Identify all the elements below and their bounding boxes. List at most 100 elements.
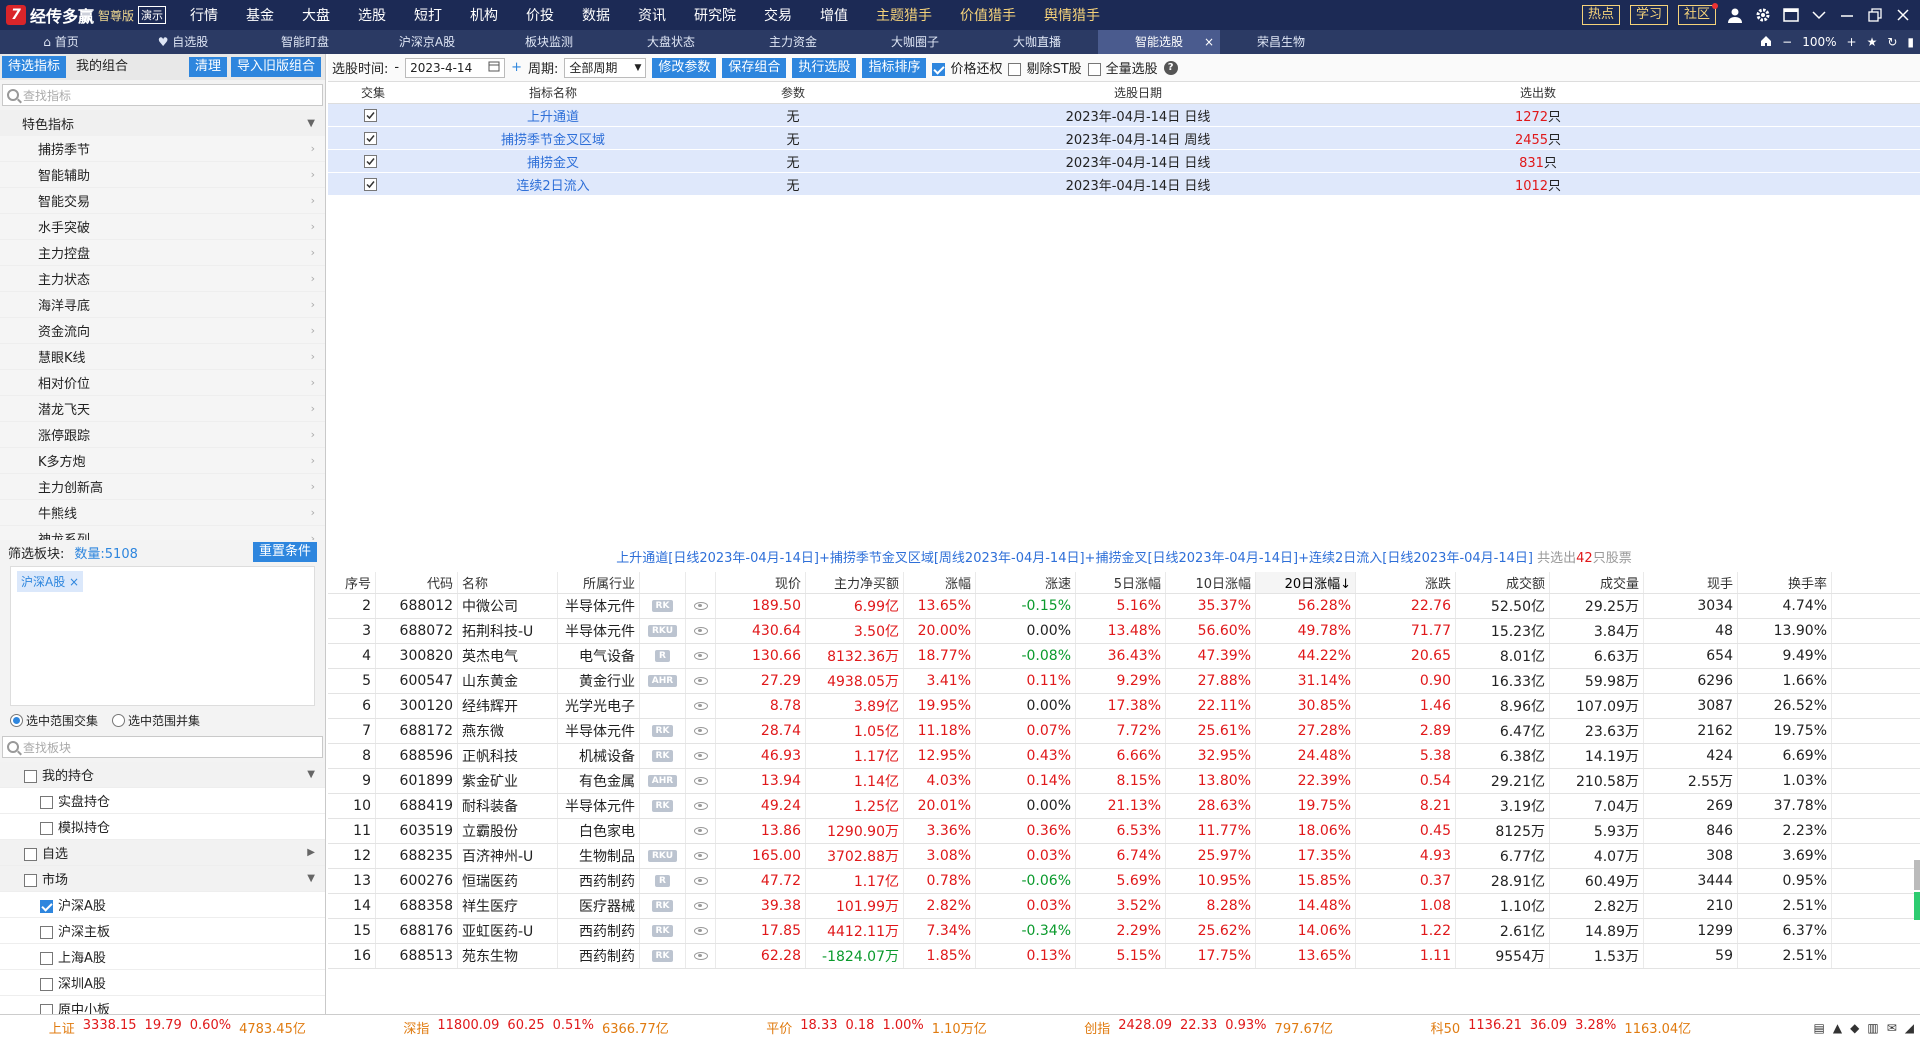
block-checkbox[interactable] xyxy=(24,874,37,887)
tab-item[interactable]: 荣昌生物 xyxy=(1220,30,1342,54)
indicator-row[interactable]: 上升通道 无 2023年-04月-14日 日线 1272只 xyxy=(328,104,1920,127)
eye-icon[interactable] xyxy=(693,602,708,610)
run-selection-button[interactable]: 执行选股 xyxy=(792,57,857,78)
col-turnover-rate[interactable]: 换手率 xyxy=(1738,572,1832,593)
menu-item[interactable]: 行情 xyxy=(176,5,232,25)
help-icon[interactable]: ? xyxy=(1163,60,1178,75)
layout-icon[interactable] xyxy=(1782,6,1800,24)
chevron-right-icon[interactable]: ▶ xyxy=(307,847,315,858)
col-speed[interactable]: 涨速 xyxy=(976,572,1076,593)
indicator-row[interactable]: 捕捞季节金叉区域 无 2023年-04月-14日 周线 2455只 xyxy=(328,127,1920,150)
vertical-scrollbar[interactable] xyxy=(1914,860,1920,920)
compass-icon[interactable]: ◆ xyxy=(1850,1021,1859,1035)
stock-row[interactable]: 3 688072 拓荆科技-U 半导体元件 RKU 430.64 3.50亿 20.00% 0.… xyxy=(328,619,1920,644)
tab-item[interactable]: 沪深京A股 xyxy=(366,30,488,54)
block-list-item[interactable]: 沪深A股 xyxy=(0,892,325,918)
eye-icon[interactable] xyxy=(693,902,708,910)
tab-close-icon[interactable]: × xyxy=(1204,30,1214,54)
category-item[interactable]: 智能交易 › xyxy=(0,188,325,214)
block-list-item[interactable]: 市场 ▼ xyxy=(0,866,325,892)
block-checkbox[interactable] xyxy=(24,848,37,861)
category-item[interactable]: 主力控盘 › xyxy=(0,240,325,266)
eye-icon[interactable] xyxy=(693,802,708,810)
block-tag[interactable]: 沪深A股 × xyxy=(17,571,84,592)
tab-item[interactable]: ⌂ 首页 xyxy=(0,30,122,54)
eye-icon[interactable] xyxy=(693,752,708,760)
eye-icon[interactable] xyxy=(693,777,708,785)
block-checkbox[interactable] xyxy=(40,952,53,965)
category-item[interactable]: 潜龙飞天 › xyxy=(0,396,325,422)
col-price[interactable]: 现价 xyxy=(716,572,806,593)
col-volume[interactable]: 成交量 xyxy=(1550,572,1644,593)
modify-params-button[interactable]: 修改参数 xyxy=(652,57,717,78)
stock-row[interactable]: 2 688012 中微公司 半导体元件 RK 189.50 6.99亿 13.65% -0.15… xyxy=(328,594,1920,619)
category-item[interactable]: 主力状态 › xyxy=(0,266,325,292)
index-ticker[interactable]: 创指 2428.09 22.33 0.93% 797.67亿 xyxy=(1084,1018,1333,1037)
category-item[interactable]: 水手突破 › xyxy=(0,214,325,240)
exclude-st-checkbox[interactable]: 剔除ST股 xyxy=(1008,58,1082,77)
tab-item[interactable]: 板块监测 xyxy=(488,30,610,54)
col-5d-change[interactable]: 5日涨幅 xyxy=(1076,572,1166,593)
eye-icon[interactable] xyxy=(693,727,708,735)
price-adjust-checkbox[interactable]: 价格还权 xyxy=(932,58,1002,77)
col-current-hand[interactable]: 现手 xyxy=(1644,572,1738,593)
eye-icon[interactable] xyxy=(693,677,708,685)
block-checkbox[interactable] xyxy=(40,796,53,809)
home-icon[interactable] xyxy=(1760,35,1772,50)
block-list-item[interactable]: 沪深主板 xyxy=(0,918,325,944)
indicator-name[interactable]: 捕捞金叉 xyxy=(418,152,688,171)
tag-close-icon[interactable]: × xyxy=(69,575,79,589)
col-code[interactable]: 代码 xyxy=(376,572,458,593)
community-button[interactable]: 社区 xyxy=(1677,3,1718,25)
stock-row[interactable]: 9 601899 紫金矿业 有色金属 AHR 13.94 1.14亿 4.03% 0.14% 8.… xyxy=(328,769,1920,794)
chevron-down-icon[interactable]: ▼ xyxy=(307,873,315,884)
minimize-icon[interactable] xyxy=(1838,6,1856,24)
block-list-item[interactable]: 实盘持仓 xyxy=(0,788,325,814)
hotspot-button[interactable]: 热点 xyxy=(1581,5,1620,25)
tab-pending-indicators[interactable]: 待选指标 xyxy=(2,56,67,78)
block-list-item[interactable]: 自选 ▶ xyxy=(0,840,325,866)
indicator-row[interactable]: 连续2日流入 无 2023年-04月-14日 日线 1012只 xyxy=(328,173,1920,196)
category-item[interactable]: 资金流向 › xyxy=(0,318,325,344)
period-select[interactable]: 全部周期 ▼ xyxy=(564,57,647,78)
category-item[interactable]: 捕捞季节 › xyxy=(0,136,325,162)
index-ticker[interactable]: 上证 3338.15 19.79 0.60% 4783.45亿 xyxy=(49,1018,306,1037)
stock-row[interactable]: 8 688596 正帆科技 机械设备 RK 46.93 1.17亿 12.95% 0.43% 6.… xyxy=(328,744,1920,769)
intersect-checkbox[interactable] xyxy=(364,108,377,122)
alert-icon[interactable]: ▲ xyxy=(1833,1021,1842,1035)
category-item[interactable]: 相对价位 › xyxy=(0,370,325,396)
intersect-checkbox[interactable] xyxy=(364,154,377,168)
tab-item[interactable]: 大咖圈子 xyxy=(854,30,976,54)
col-badge[interactable] xyxy=(640,572,686,593)
index-ticker[interactable]: 深指 11800.09 60.25 0.51% 6366.77亿 xyxy=(403,1018,668,1037)
block-checkbox[interactable] xyxy=(40,900,53,913)
indicator-search-input[interactable]: 查找指标 xyxy=(2,84,323,106)
save-portfolio-button[interactable]: 保存组合 xyxy=(722,57,787,78)
learn-button[interactable]: 学习 xyxy=(1629,5,1668,25)
category-item[interactable]: 慧眼K线 › xyxy=(0,344,325,370)
chevron-down-icon[interactable] xyxy=(1810,6,1828,24)
intersect-checkbox[interactable] xyxy=(364,177,377,191)
indicator-name[interactable]: 上升通道 xyxy=(418,106,688,125)
date-next-icon[interactable]: + xyxy=(511,60,522,75)
eye-icon[interactable] xyxy=(693,627,708,635)
bookmark-icon[interactable]: ▮ xyxy=(1907,35,1914,49)
tab-item[interactable]: 主力资金 xyxy=(732,30,854,54)
category-item[interactable]: 神龙系列 › xyxy=(0,526,325,540)
col-10d-change[interactable]: 10日涨幅 xyxy=(1166,572,1256,593)
sort-indicators-button[interactable]: 指标排序 xyxy=(862,57,927,78)
restore-icon[interactable] xyxy=(1866,6,1884,24)
col-20d-change[interactable]: 20日涨幅↓ xyxy=(1256,572,1356,593)
clear-button[interactable]: 清理 xyxy=(188,57,227,77)
star-icon[interactable]: ★ xyxy=(1867,35,1878,49)
stock-row[interactable]: 6 300120 经纬辉开 光学光电子 8.78 3.89亿 19.95% 0.00% 17.3… xyxy=(328,694,1920,719)
eye-icon[interactable] xyxy=(693,827,708,835)
block-checkbox[interactable] xyxy=(40,978,53,991)
col-industry[interactable]: 所属行业 xyxy=(558,572,640,593)
menu-item[interactable]: 大盘 xyxy=(288,5,344,25)
menu-item[interactable]: 价值猎手 xyxy=(946,5,1030,25)
index-ticker[interactable]: 平价 18.33 0.18 1.00% 1.10万亿 xyxy=(766,1018,986,1037)
menu-item[interactable]: 资讯 xyxy=(624,5,680,25)
user-icon[interactable] xyxy=(1726,6,1744,24)
menu-item[interactable]: 基金 xyxy=(232,5,288,25)
